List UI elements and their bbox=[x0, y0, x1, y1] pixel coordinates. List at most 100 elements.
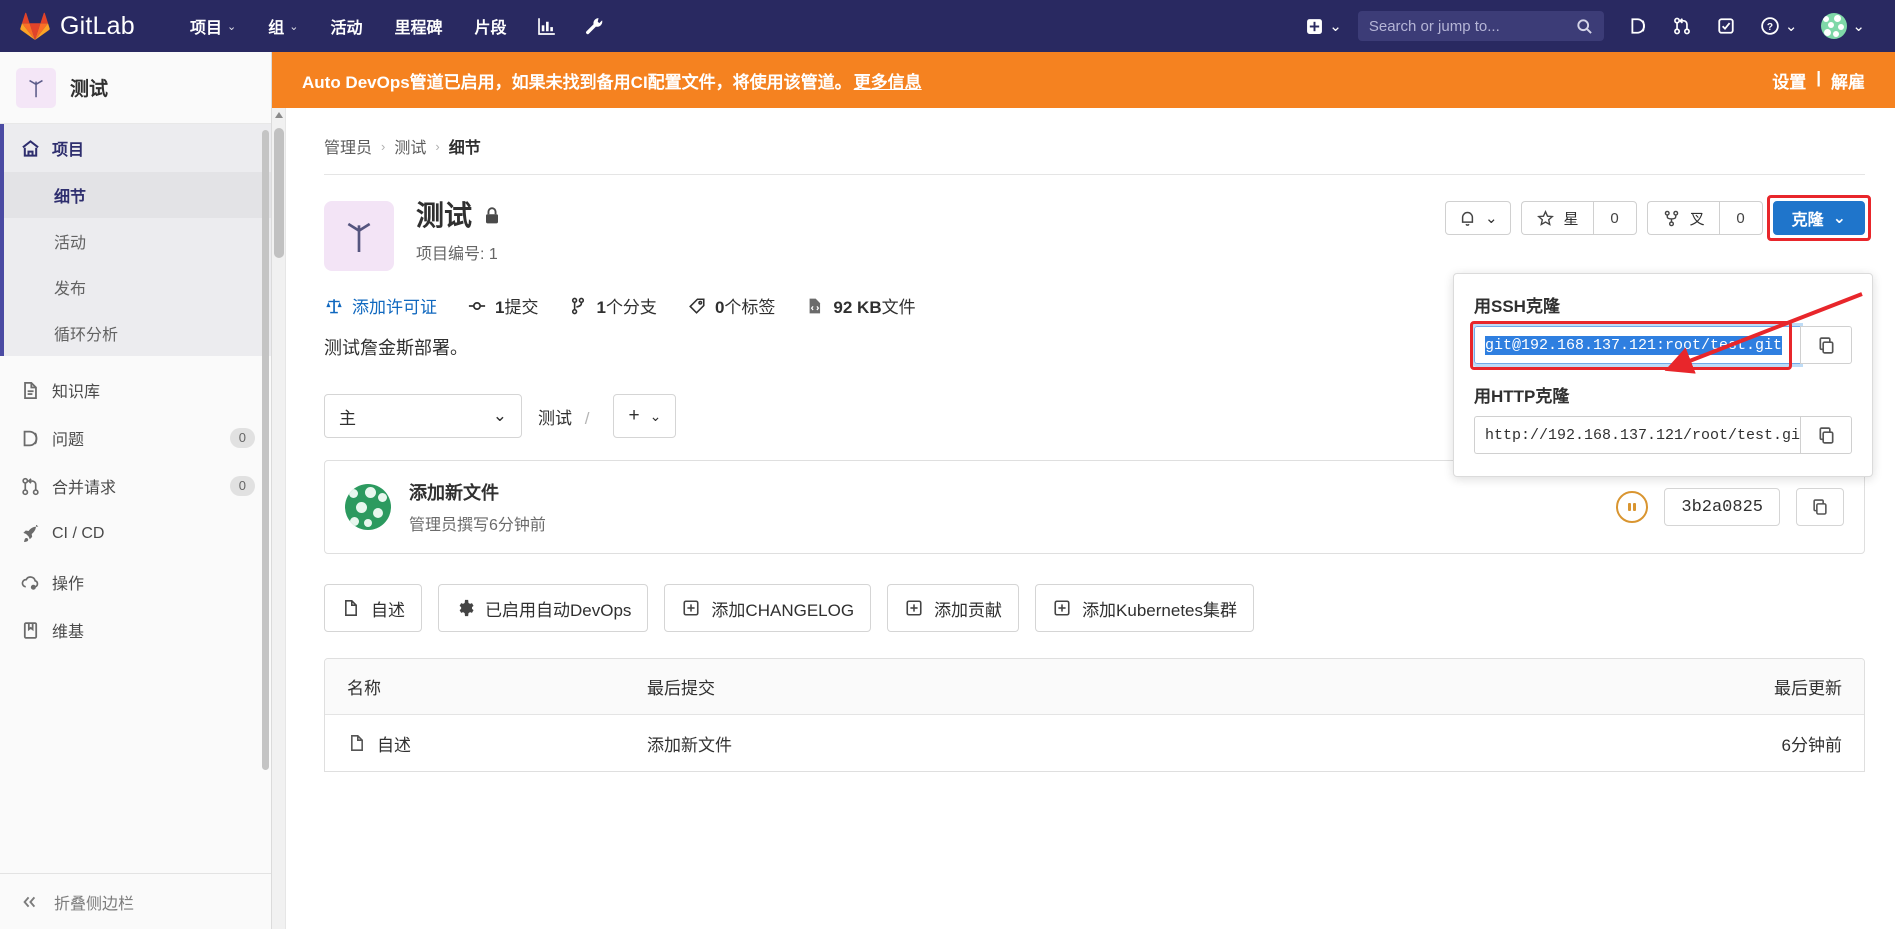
stat-file-size-value: 92 KB bbox=[833, 298, 882, 317]
stat-add-license[interactable]: 添加许可证 bbox=[324, 293, 437, 318]
search-input[interactable] bbox=[1366, 16, 1575, 36]
sidebar-project-header[interactable]: 测试 bbox=[0, 52, 271, 124]
merge-requests-button[interactable] bbox=[1660, 0, 1704, 52]
stat-tags-label: 个标签 bbox=[724, 298, 776, 317]
quick-action-add-kubernetes-label: 添加Kubernetes集群 bbox=[1082, 600, 1238, 620]
sidebar-item-cicd[interactable]: CI / CD bbox=[0, 510, 271, 558]
commit-title[interactable]: 添加新文件 bbox=[409, 479, 546, 505]
banner-settings-link[interactable]: 设置 bbox=[1772, 68, 1806, 93]
repo-path-root[interactable]: 测试 bbox=[538, 409, 572, 428]
search-box[interactable] bbox=[1357, 11, 1604, 41]
nav-item-activity[interactable]: 活动 bbox=[314, 0, 378, 52]
project-header: 测试 项目编号: 1 ⌄ 星 0 叉 0 克隆 ⌄ bbox=[294, 175, 1895, 271]
quick-action-add-changelog-label: 添加CHANGELOG bbox=[711, 600, 855, 620]
nav-item-snippets-label: 片段 bbox=[474, 20, 507, 37]
sidebar-item-releases[interactable]: 发布 bbox=[4, 264, 271, 310]
new-item-button[interactable]: ⌄ bbox=[1292, 0, 1354, 52]
clone-http-row: http://192.168.137.121/root/test.git bbox=[1474, 416, 1852, 454]
copy-http-url-button[interactable] bbox=[1800, 416, 1852, 454]
issues-button[interactable] bbox=[1616, 0, 1660, 52]
copy-sha-button[interactable] bbox=[1796, 488, 1844, 526]
file-table-header: 名称 最后提交 最后更新 bbox=[325, 659, 1864, 715]
sidebar-item-wiki[interactable]: 维基 bbox=[0, 606, 271, 654]
nav-item-milestones[interactable]: 里程碑 bbox=[378, 0, 458, 52]
chevron-down-icon: ⌄ bbox=[289, 20, 299, 33]
branch-selector-value: 主 bbox=[339, 408, 356, 428]
nav-item-admin[interactable] bbox=[571, 0, 619, 52]
todos-button[interactable] bbox=[1704, 0, 1748, 52]
gitlab-logo-link[interactable]: GitLab bbox=[0, 12, 160, 41]
merge-requests-icon bbox=[1672, 16, 1692, 36]
pipeline-status-badge[interactable] bbox=[1616, 491, 1649, 523]
stat-file-size[interactable]: 92 KB文件 bbox=[805, 293, 916, 318]
collapse-sidebar-button[interactable]: 折叠侧边栏 bbox=[0, 873, 271, 929]
quick-action-add-contribution[interactable]: 添加贡献 bbox=[887, 584, 1020, 632]
breadcrumb-item-admin[interactable]: 管理员 bbox=[324, 134, 372, 158]
star-button[interactable]: 星 bbox=[1520, 201, 1593, 235]
stat-commits-label: 提交 bbox=[504, 298, 539, 317]
stat-commits[interactable]: 1提交 bbox=[467, 293, 538, 318]
user-menu-button[interactable]: ⌄ bbox=[1809, 0, 1877, 52]
fork-count[interactable]: 0 bbox=[1718, 201, 1763, 235]
plus-box-icon bbox=[681, 598, 701, 618]
sidebar-item-repository[interactable]: 知识库 bbox=[0, 366, 271, 414]
clone-button-label: 克隆 bbox=[1791, 212, 1824, 229]
sidebar-project-avatar bbox=[16, 67, 56, 108]
stat-branches[interactable]: 1个分支 bbox=[568, 293, 657, 318]
quick-action-add-kubernetes[interactable]: 添加Kubernetes集群 bbox=[1035, 584, 1255, 632]
quick-action-auto-devops[interactable]: 已启用自动DevOps bbox=[438, 584, 649, 632]
clone-button[interactable]: 克隆 ⌄ bbox=[1772, 201, 1865, 235]
commit-sha[interactable]: 3b2a0825 bbox=[1664, 488, 1780, 526]
star-icon bbox=[1536, 208, 1556, 228]
chevron-down-icon: ⌄ bbox=[492, 406, 507, 425]
search-icon[interactable] bbox=[1575, 16, 1595, 36]
chevron-down-icon: ⌄ bbox=[1329, 18, 1342, 35]
file-table: 名称 最后提交 最后更新 自述 添加新文件 6分钟前 bbox=[324, 658, 1865, 772]
sidebar-item-merge-requests[interactable]: 合并请求 0 bbox=[0, 462, 271, 510]
clone-http-input[interactable]: http://192.168.137.121/root/test.git bbox=[1474, 416, 1800, 454]
sidebar-item-issues[interactable]: 问题 0 bbox=[0, 414, 271, 462]
nav-item-groups[interactable]: 组 ⌄ bbox=[252, 0, 314, 52]
nav-item-analytics[interactable] bbox=[523, 0, 571, 52]
home-icon bbox=[20, 138, 40, 158]
auto-devops-more-link[interactable]: 更多信息 bbox=[854, 68, 922, 93]
fork-button[interactable]: 叉 bbox=[1646, 201, 1719, 235]
sidebar-item-project[interactable]: 项目 bbox=[4, 124, 271, 172]
help-button[interactable]: ? ⌄ bbox=[1748, 0, 1810, 52]
file-row-name[interactable]: 自述 bbox=[377, 731, 411, 756]
breadcrumb: 管理员 › 测试 › 细节 bbox=[294, 108, 1895, 174]
sidebar-item-operations[interactable]: 操作 bbox=[0, 558, 271, 606]
branch-selector[interactable]: 主 ⌄ bbox=[324, 394, 522, 438]
notification-dropdown-button[interactable]: ⌄ bbox=[1444, 201, 1511, 235]
sidebar-item-operations-label: 操作 bbox=[52, 576, 85, 593]
banner-separator: | bbox=[1816, 67, 1821, 87]
table-row[interactable]: 自述 添加新文件 6分钟前 bbox=[325, 715, 1864, 771]
nav-links: 项目 ⌄ 组 ⌄ 活动 里程碑 片段 bbox=[174, 0, 619, 52]
stat-tags[interactable]: 0个标签 bbox=[687, 293, 775, 318]
sidebar-item-activity[interactable]: 活动 bbox=[4, 218, 271, 264]
chevron-double-left-icon bbox=[20, 892, 40, 912]
file-icon bbox=[347, 733, 367, 753]
sidebar-item-details[interactable]: 细节 bbox=[4, 172, 271, 218]
quick-action-readme[interactable]: 自述 bbox=[324, 584, 422, 632]
file-size-icon bbox=[805, 296, 825, 316]
banner-dismiss-link[interactable]: 解雇 bbox=[1831, 68, 1865, 93]
nav-item-snippets[interactable]: 片段 bbox=[459, 0, 523, 52]
sidebar-item-cycle-analytics[interactable]: 循环分析 bbox=[4, 310, 271, 356]
cloud-gear-icon bbox=[20, 572, 40, 592]
quick-actions-row: 自述 已启用自动DevOps 添加CHANGELOG 添加贡献 添加Kubern… bbox=[294, 554, 1895, 632]
sidebar-scrollbar[interactable] bbox=[262, 130, 269, 770]
quick-action-add-changelog[interactable]: 添加CHANGELOG bbox=[664, 584, 872, 632]
file-row-commit[interactable]: 添加新文件 bbox=[647, 731, 1692, 756]
star-label: 星 bbox=[1563, 210, 1579, 228]
commit-icon bbox=[467, 296, 487, 316]
plus-icon bbox=[1304, 16, 1324, 36]
chevron-down-icon: ⌄ bbox=[227, 20, 237, 33]
nav-item-projects[interactable]: 项目 ⌄ bbox=[174, 0, 252, 52]
plus-box-icon bbox=[904, 598, 924, 618]
star-count[interactable]: 0 bbox=[1592, 201, 1637, 235]
quick-action-auto-devops-label: 已启用自动DevOps bbox=[485, 600, 632, 620]
issues-icon bbox=[1628, 16, 1648, 36]
breadcrumb-item-project[interactable]: 测试 bbox=[394, 134, 426, 158]
add-to-repo-button[interactable]: + ⌄ bbox=[613, 394, 677, 438]
